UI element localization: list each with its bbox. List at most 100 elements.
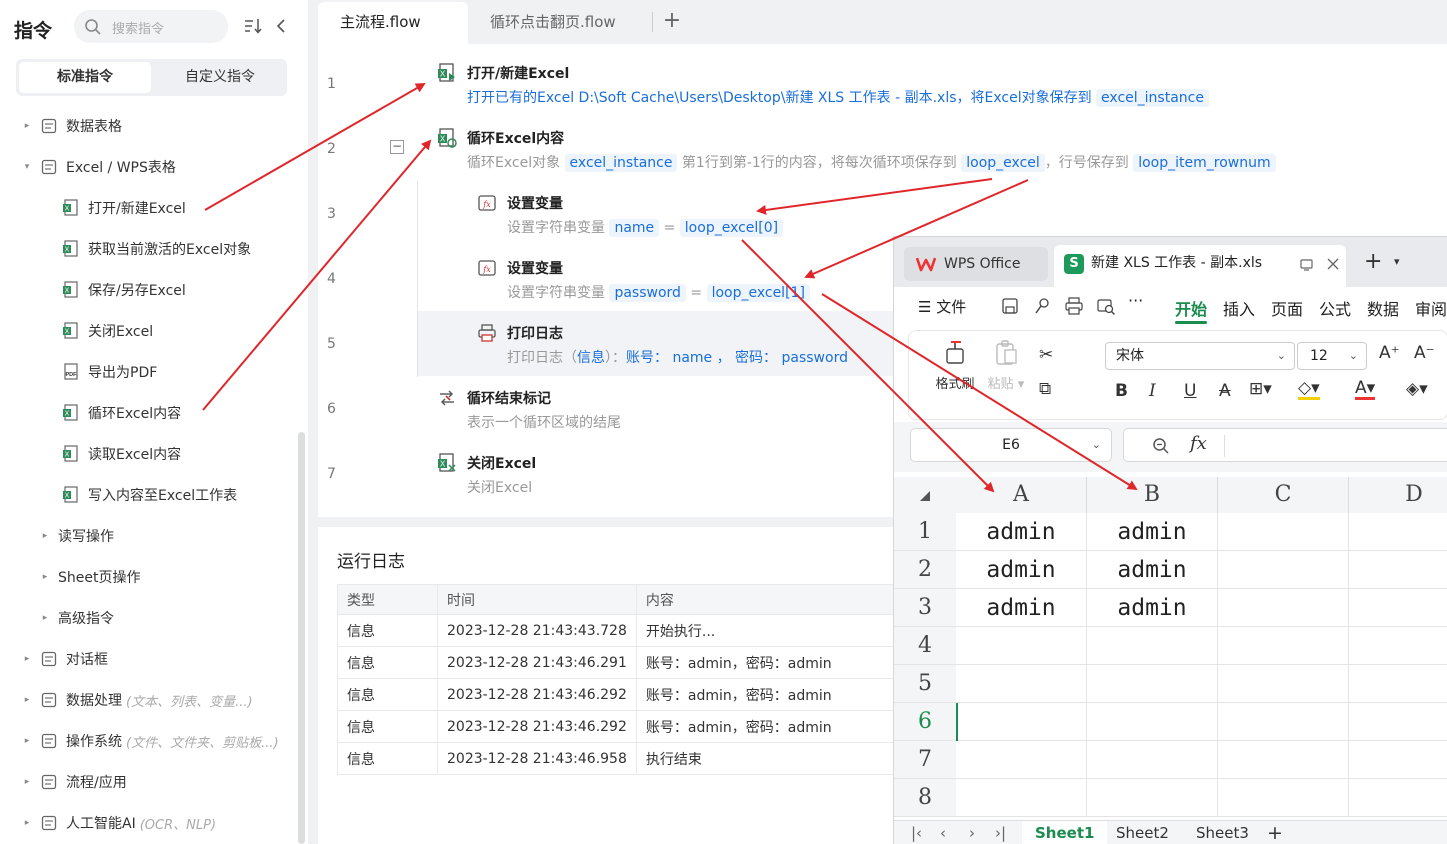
add-sheet-icon[interactable]: + [1267,821,1283,844]
grid-cell[interactable] [1087,779,1218,817]
chevron-right-icon[interactable]: ▸ [22,736,32,746]
grid-cell[interactable] [1087,703,1218,741]
brush-icon[interactable] [1032,296,1052,316]
row-header[interactable]: 5 [894,665,956,703]
formula-input[interactable]: fx [1123,428,1447,462]
select-all-corner[interactable] [894,477,956,513]
sidebar-item[interactable]: ▸ 人工智能AI (OCR、NLP) [22,811,216,835]
sidebar-item[interactable]: X 写入内容至Excel工作表 [62,483,237,507]
grid-cell[interactable] [1349,703,1447,741]
chevron-right-icon[interactable]: ▸ [22,121,32,131]
chevron-right-icon[interactable]: ▸ [22,818,32,828]
grid-cell[interactable]: admin [956,513,1087,551]
sidebar-item[interactable]: ▸ 数据处理 (文本、列表、变量...) [22,688,253,712]
column-header[interactable]: B [1087,477,1218,513]
grid-cell[interactable] [1087,665,1218,703]
save-icon[interactable] [1000,296,1020,316]
log-row[interactable]: 信息 2023-12-28 21:43:46.291 账号：admin，密码：adm… [337,646,899,679]
close-tab-icon[interactable] [1326,257,1340,271]
strikethrough-icon[interactable]: A [1219,381,1231,401]
print-preview-icon[interactable] [1096,296,1116,316]
tab-standard-commands[interactable]: 标准指令 [19,62,151,93]
grid-cell[interactable] [956,627,1087,665]
grid-cell[interactable]: admin [956,551,1087,589]
sort-icon[interactable] [243,17,263,35]
sidebar-item[interactable]: X 循环Excel内容 [62,401,181,425]
sidebar-item[interactable]: ▸ 读写操作 [40,524,114,548]
grid-cell[interactable] [1218,741,1349,779]
tab-loop-click-flow[interactable]: 循环点击翻页.flow [468,2,638,44]
decrease-font-icon[interactable]: A⁻ [1414,343,1435,363]
chevron-right-icon[interactable]: ▸ [40,531,50,541]
font-size-select[interactable]: 12 ⌄ [1297,342,1367,370]
collapse-sidebar-icon[interactable] [274,17,288,35]
font-family-select[interactable]: 宋体 ⌄ [1105,342,1295,370]
sidebar-scrollbar[interactable] [298,432,305,844]
sidebar-item[interactable]: ▸ Sheet页操作 [40,565,141,589]
sheet-tab-3[interactable]: Sheet3 [1183,821,1262,844]
grid-cell[interactable]: admin [1087,589,1218,627]
grid-cell[interactable] [1349,627,1447,665]
fill-color-icon[interactable]: ◇▾ [1298,379,1320,400]
log-row[interactable]: 信息 2023-12-28 21:43:46.292 账号：admin，密码：adm… [337,678,899,711]
grid-cell[interactable] [1349,779,1447,817]
grid-cell[interactable] [1218,627,1349,665]
menu-formula[interactable]: 公式 [1319,296,1351,320]
chevron-right-icon[interactable]: ▸ [40,613,50,623]
log-header-type[interactable]: 类型 [337,584,438,615]
row-header[interactable]: 1 [894,513,956,551]
wps-document-tab[interactable]: S 新建 XLS 工作表 - 副本.xls [1054,245,1346,287]
sidebar-item[interactable]: ▸ 操作系统 (文件、文件夹、剪贴板...) [22,729,279,753]
clear-format-icon[interactable]: ◈▾ [1406,379,1428,399]
menu-review[interactable]: 审阅 [1415,296,1447,320]
sidebar-item[interactable]: ▾ Excel / WPS表格 [22,155,176,179]
increase-font-icon[interactable]: A⁺ [1379,343,1400,363]
row-header[interactable]: 2 [894,551,956,589]
grid-cell[interactable] [956,665,1087,703]
grid-cell[interactable] [1087,741,1218,779]
grid-cell[interactable] [1218,703,1349,741]
sidebar-item[interactable]: ▸ 高级指令 [40,606,114,630]
row-header[interactable]: 8 [894,779,956,817]
tab-main-flow[interactable]: 主流程.flow [318,2,468,44]
row-header[interactable]: 3 [894,589,956,627]
paste-button[interactable]: 粘贴 ▾ [983,339,1029,392]
sidebar-item[interactable]: ▸ 对话框 [22,647,108,671]
sheet-tab-1[interactable]: Sheet1 [1022,821,1108,844]
grid-cell[interactable] [956,703,1087,741]
first-sheet-icon[interactable]: |‹ [911,824,922,842]
sidebar-item[interactable]: ▸ 数据表格 [22,114,122,138]
next-sheet-icon[interactable]: › [969,824,975,842]
grid-cell[interactable] [1349,513,1447,551]
last-sheet-icon[interactable]: ›| [995,824,1006,842]
sidebar-item[interactable]: X 保存/另存Excel [62,278,186,302]
grid-cell[interactable] [1349,589,1447,627]
window-restore-icon[interactable] [1300,257,1314,271]
more-icon[interactable]: ··· [1128,291,1143,310]
function-icon[interactable]: fx [1190,433,1207,454]
copy-icon[interactable]: ⧉ [1039,379,1051,399]
row-header[interactable]: 7 [894,741,956,779]
grid-cell[interactable] [1218,513,1349,551]
grid-cell[interactable] [1218,551,1349,589]
menu-insert[interactable]: 插入 [1223,296,1255,320]
column-header[interactable]: D [1349,477,1447,513]
wps-home-tab[interactable]: WPS Office [904,247,1048,281]
log-header-content[interactable]: 内容 [635,584,899,615]
grid-cell[interactable]: admin [956,589,1087,627]
grid-cell[interactable] [1349,741,1447,779]
grid-cell[interactable] [1218,665,1349,703]
prev-sheet-icon[interactable]: ‹ [940,824,946,842]
grid-cell[interactable] [1349,665,1447,703]
chevron-right-icon[interactable]: ▸ [22,695,32,705]
bold-icon[interactable]: B [1115,381,1128,401]
chevron-right-icon[interactable]: ▸ [22,777,32,787]
format-painter-button[interactable]: 格式刷 [925,339,985,392]
sidebar-item[interactable]: PDF 导出为PDF [62,360,157,384]
menu-file[interactable]: ☰ 文件 [918,296,966,317]
menu-home[interactable]: 开始 [1175,296,1207,320]
chevron-down-icon[interactable]: ▾ [22,162,32,172]
tab-custom-commands[interactable]: 自定义指令 [154,62,286,93]
chevron-down-icon[interactable]: ▾ [1394,255,1400,268]
font-color-icon[interactable]: A▾ [1355,379,1376,400]
